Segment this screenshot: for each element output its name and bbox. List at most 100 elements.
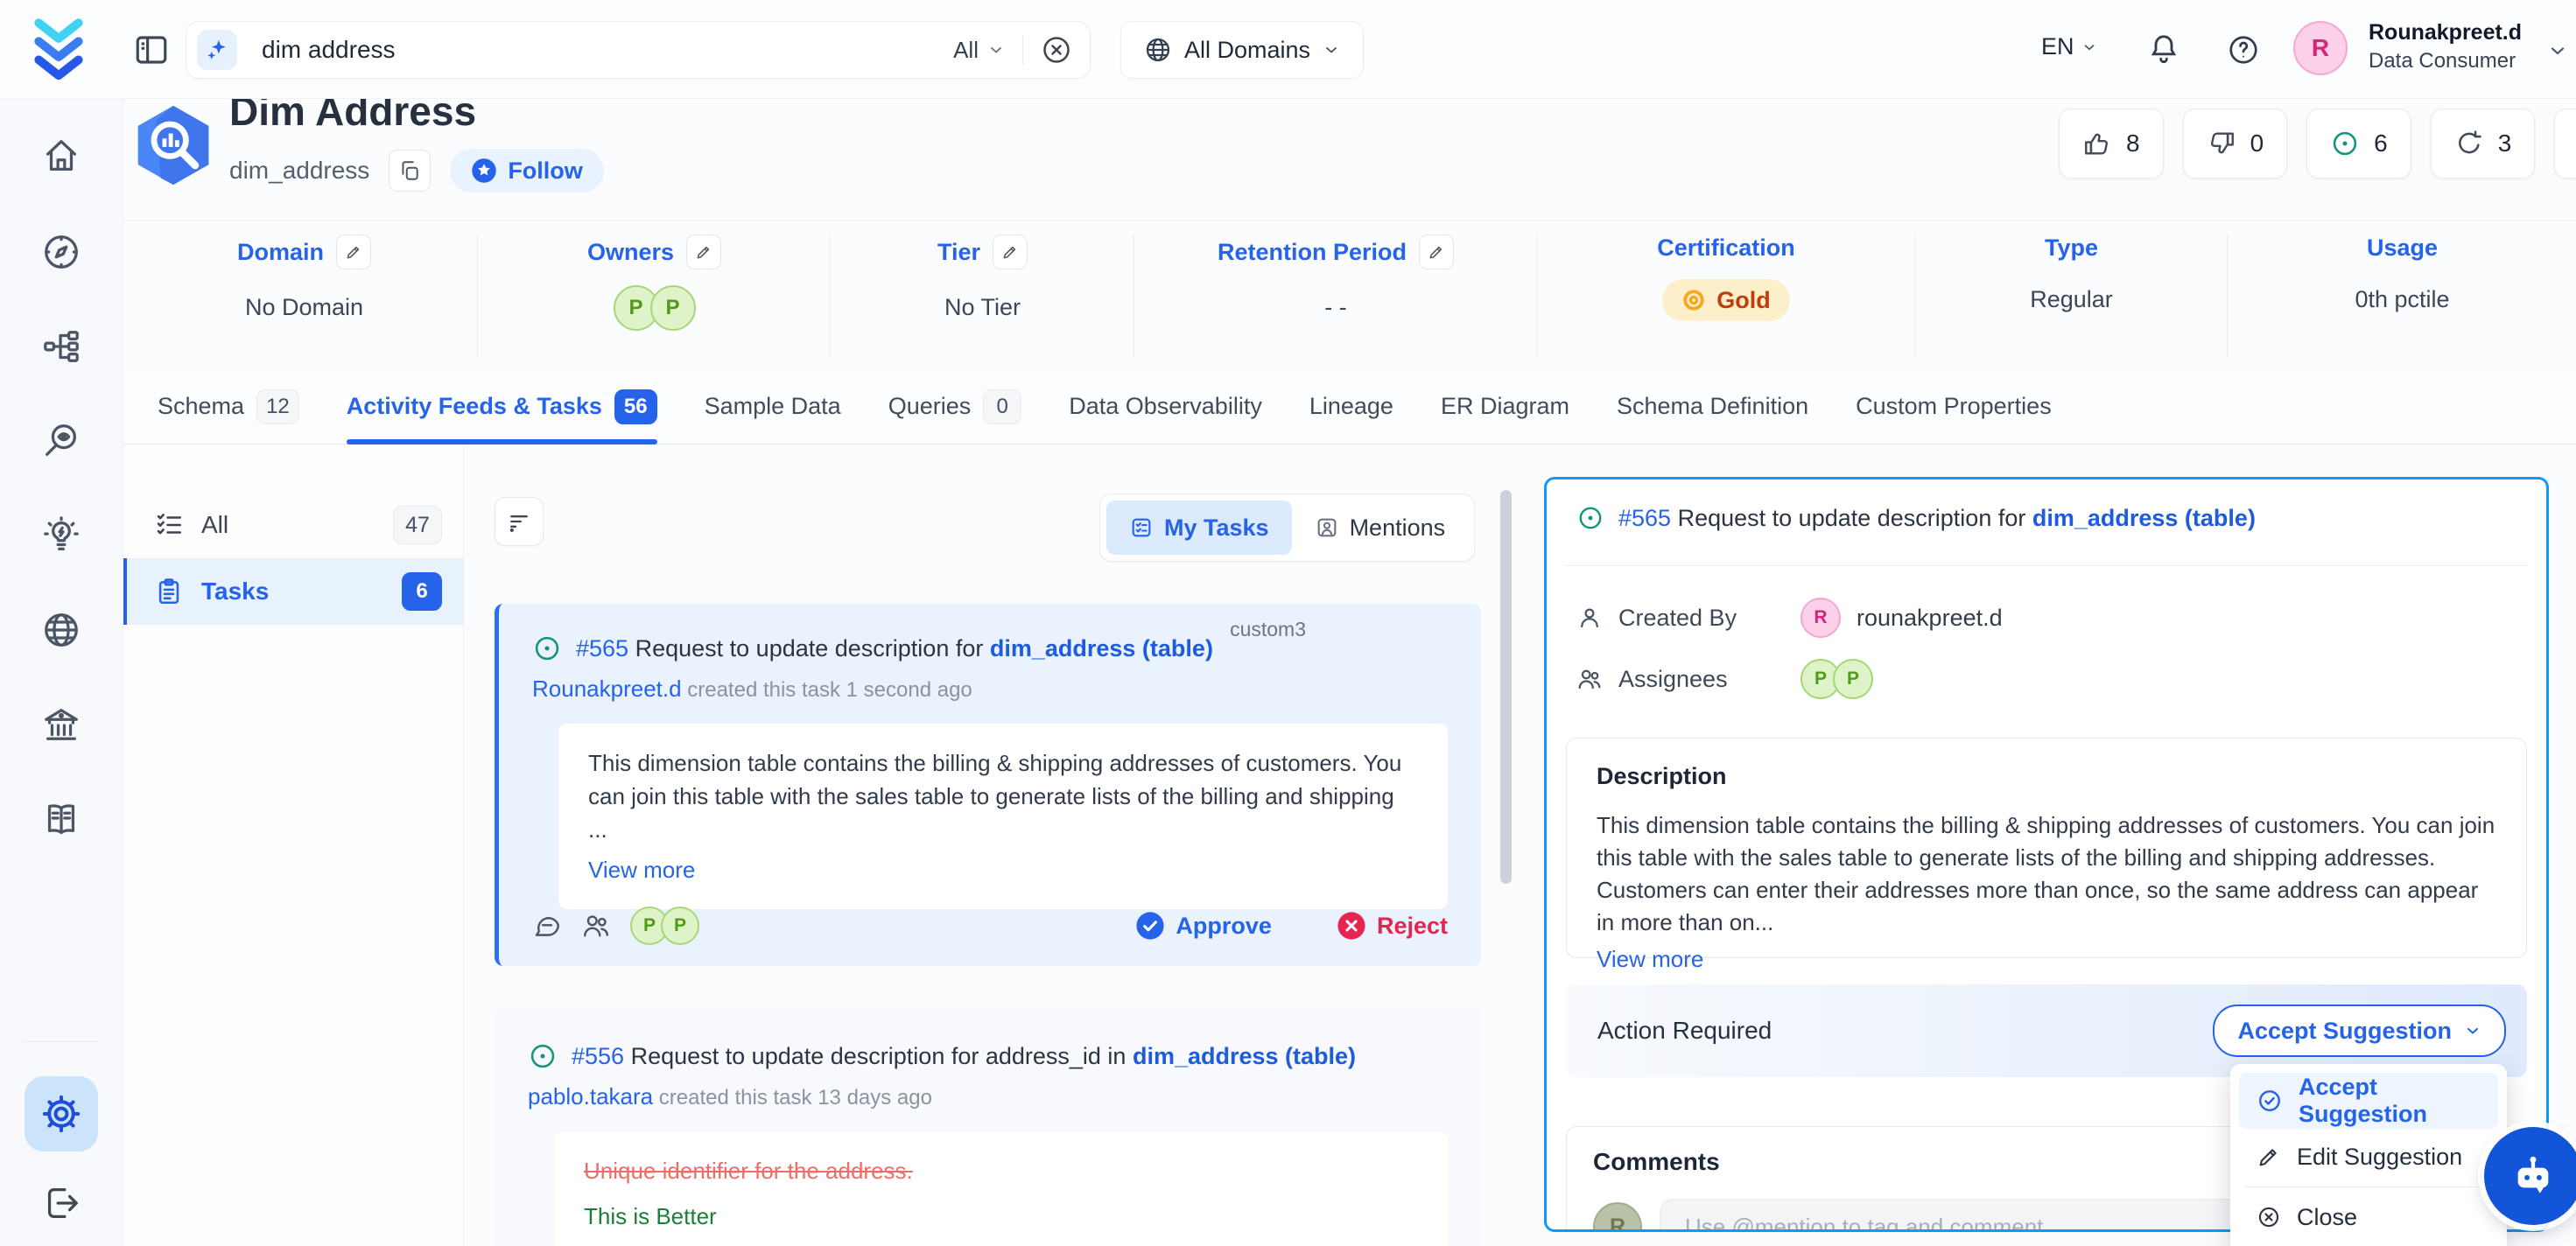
assignee-avatar[interactable]: P <box>1833 659 1873 699</box>
task-card-556[interactable]: #556 Request to update description for a… <box>495 1006 1481 1246</box>
feed-filter-button[interactable] <box>495 497 544 546</box>
tab-data-observability[interactable]: Data Observability <box>1069 369 1262 444</box>
user-name: Rounakpreet.d <box>2369 18 2535 47</box>
accept-suggestion-dropdown-button[interactable]: Accept Suggestion <box>2213 1004 2506 1057</box>
open-tasks-button[interactable]: 6 <box>2306 108 2411 178</box>
task-id-link[interactable]: #565 <box>1618 505 1671 531</box>
settings-gear-icon <box>39 1092 83 1136</box>
menu-divider <box>2244 1186 2493 1187</box>
home-icon[interactable] <box>41 136 81 176</box>
comment-icon[interactable] <box>532 911 562 941</box>
tab-activity-feeds-tasks[interactable]: Activity Feeds & Tasks 56 <box>347 369 657 444</box>
user-role: Data Consumer <box>2369 47 2535 75</box>
creator-name[interactable]: rounakpreet.d <box>1857 605 2003 632</box>
edit-retention-button[interactable] <box>1419 234 1454 270</box>
help-icon[interactable] <box>2227 33 2260 66</box>
chevron-down-icon[interactable] <box>2547 40 2568 61</box>
creator-avatar[interactable]: R <box>1800 598 1841 638</box>
tab-sample-data[interactable]: Sample Data <box>705 369 841 444</box>
owner-avatar[interactable]: P <box>650 285 696 331</box>
tab-lineage[interactable]: Lineage <box>1309 369 1393 444</box>
sidebar-toggle-icon[interactable] <box>133 32 170 68</box>
tab-queries[interactable]: Queries 0 <box>888 369 1022 444</box>
open-task-icon <box>528 1041 558 1071</box>
clear-search-icon[interactable] <box>1041 34 1072 66</box>
description-text: This dimension table contains the billin… <box>1597 809 2496 939</box>
added-description: This is Better <box>584 1200 1418 1233</box>
my-tasks-tab[interactable]: My Tasks <box>1106 500 1292 555</box>
task-card-565[interactable]: custom3 #565 Request to update descripti… <box>495 604 1481 966</box>
task-creator-link[interactable]: Rounakpreet.d <box>532 676 682 702</box>
entity-link[interactable]: dim_address (table) <box>1133 1043 1356 1069</box>
task-creator-link[interactable]: pablo.takara <box>528 1083 653 1110</box>
follow-button[interactable]: Follow <box>450 149 603 192</box>
all-domains-button[interactable]: All Domains <box>1120 21 1364 79</box>
edit-owners-button[interactable] <box>686 234 721 270</box>
tab-custom-properties[interactable]: Custom Properties <box>1856 369 2052 444</box>
domains-globe-icon[interactable] <box>41 610 81 650</box>
feed-filter-tasks[interactable]: Tasks 6 <box>123 558 463 625</box>
notifications-bell-icon[interactable] <box>2146 32 2181 66</box>
explore-compass-icon[interactable] <box>41 232 81 272</box>
copy-name-button[interactable] <box>389 150 431 192</box>
downvote-button[interactable]: 0 <box>2183 108 2288 178</box>
governance-bank-icon[interactable] <box>41 704 81 745</box>
assignees-people-icon[interactable] <box>581 911 611 941</box>
settings-active-item[interactable] <box>25 1076 98 1152</box>
task-diff-preview: Unique identifier for the address. This … <box>554 1131 1448 1246</box>
search-scope-dropdown[interactable]: All <box>953 37 1005 64</box>
reject-button[interactable]: Reject <box>1337 911 1448 941</box>
menu-item-close[interactable]: Close <box>2239 1189 2498 1245</box>
insights-lightbulb-icon[interactable] <box>41 515 81 556</box>
entity-link[interactable]: dim_address (table) <box>2032 505 2256 531</box>
assignee-avatar[interactable]: P <box>661 906 699 945</box>
chevron-down-icon <box>1323 41 1340 59</box>
mentions-tab[interactable]: Mentions <box>1292 500 1469 555</box>
language-selector[interactable]: EN <box>2041 33 2097 60</box>
pencil-icon <box>695 243 712 261</box>
menu-item-edit-suggestion[interactable]: Edit Suggestion <box>2239 1129 2498 1185</box>
task-id-link[interactable]: #556 <box>572 1043 624 1069</box>
checklist-icon <box>154 510 184 540</box>
metadata-retention: Retention Period - - <box>1134 234 1537 357</box>
metadata-type: Type Regular <box>1914 234 2228 357</box>
description-title: Description <box>1597 763 2496 790</box>
upvote-button[interactable]: 8 <box>2059 108 2164 178</box>
edit-domain-button[interactable] <box>336 234 371 270</box>
entity-link[interactable]: dim_address (table) <box>990 635 1213 662</box>
tab-schema[interactable]: Schema 12 <box>158 369 299 444</box>
edit-tier-button[interactable] <box>993 234 1028 270</box>
version-history-icon <box>2454 129 2484 158</box>
feed-scrollbar[interactable] <box>1500 490 1512 884</box>
task-id-link[interactable]: #565 <box>576 635 628 662</box>
ai-sparkle-icon[interactable] <box>197 30 237 70</box>
chat-assistant-fab[interactable] <box>2484 1127 2576 1225</box>
entity-name: dim_address <box>229 157 369 185</box>
user-avatar[interactable]: R <box>2293 21 2348 75</box>
search-input[interactable] <box>260 35 953 65</box>
pencil-icon <box>345 243 362 261</box>
description-card: Description This dimension table contain… <box>1566 738 2527 958</box>
pencil-icon <box>2257 1144 2281 1169</box>
tab-schema-definition[interactable]: Schema Definition <box>1617 369 1808 444</box>
view-more-link[interactable]: View more <box>1597 946 2496 973</box>
observability-search-eye-icon[interactable] <box>41 421 81 461</box>
lineage-flow-icon[interactable] <box>41 326 81 367</box>
menu-item-accept-suggestion[interactable]: Accept Suggestion <box>2239 1073 2498 1129</box>
glossary-book-icon[interactable] <box>41 799 81 839</box>
tab-er-diagram[interactable]: ER Diagram <box>1441 369 1569 444</box>
user-menu[interactable]: Rounakpreet.d Data Consumer <box>2369 18 2535 75</box>
commenter-avatar: R <box>1593 1202 1642 1232</box>
my-tasks-icon <box>1129 515 1154 540</box>
app-logo[interactable] <box>25 16 93 84</box>
feed-filter-all[interactable]: All 47 <box>123 495 463 555</box>
gold-medal-icon <box>1681 288 1706 312</box>
versions-button[interactable]: 3 <box>2431 108 2536 178</box>
people-icon <box>1576 666 1603 692</box>
more-options-button[interactable] <box>2554 108 2576 178</box>
thumbs-down-icon <box>2207 129 2236 158</box>
logout-icon[interactable] <box>41 1183 81 1223</box>
approve-button[interactable]: Approve <box>1135 911 1272 941</box>
view-more-link[interactable]: View more <box>588 853 1418 886</box>
global-search-bar[interactable]: All <box>186 21 1091 79</box>
